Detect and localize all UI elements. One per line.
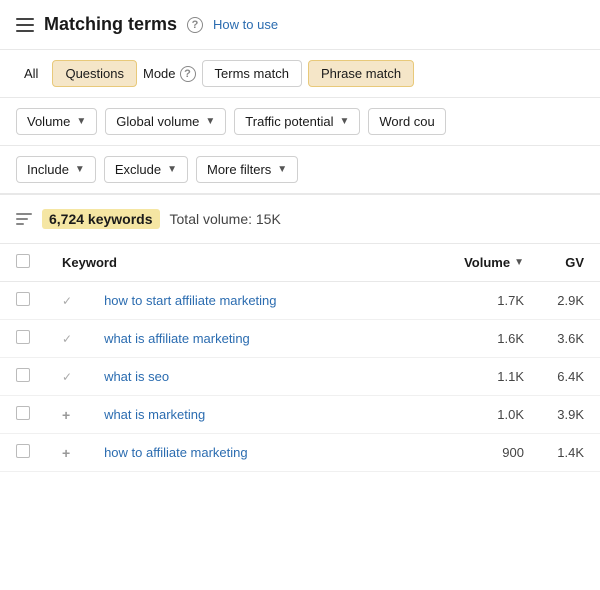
global-volume-filter-arrow: ▼ <box>205 116 215 127</box>
page-title: Matching terms <box>44 14 177 35</box>
include-exclude-bar: Include ▼ Exclude ▼ More filters ▼ <box>0 146 600 195</box>
checkmark-icon: ✓ <box>62 370 72 384</box>
checkmark-icon: ✓ <box>62 294 72 308</box>
row-checkbox[interactable] <box>16 292 30 306</box>
help-icon[interactable]: ? <box>187 17 203 33</box>
row-volume: 1.6K <box>448 320 540 358</box>
traffic-potential-filter-arrow: ▼ <box>339 116 349 127</box>
row-checkbox[interactable] <box>16 406 30 420</box>
total-volume: Total volume: 15K <box>170 211 281 227</box>
row-checkbox-cell <box>0 358 46 396</box>
mode-label: Mode ? <box>143 66 196 82</box>
more-filters-arrow: ▼ <box>277 164 287 175</box>
word-count-filter[interactable]: Word cou <box>368 108 445 135</box>
row-gv: 3.6K <box>540 320 600 358</box>
global-volume-filter[interactable]: Global volume ▼ <box>105 108 226 135</box>
volume-sort-arrow: ▼ <box>514 257 524 268</box>
row-keyword[interactable]: what is affiliate marketing <box>88 320 448 358</box>
volume-filter[interactable]: Volume ▼ <box>16 108 97 135</box>
row-status-icon: ✓ <box>46 358 88 396</box>
more-filters[interactable]: More filters ▼ <box>196 156 298 183</box>
table-row: ✓ how to start affiliate marketing1.7K2.9… <box>0 282 600 320</box>
select-all-checkbox[interactable] <box>16 254 30 268</box>
plus-icon: + <box>62 407 70 423</box>
tab-phrase-match[interactable]: Phrase match <box>308 60 414 87</box>
mode-help-icon[interactable]: ? <box>180 66 196 82</box>
include-filter-arrow: ▼ <box>75 164 85 175</box>
row-status-icon: + <box>46 396 88 434</box>
row-checkbox-cell <box>0 396 46 434</box>
row-checkbox-cell <box>0 434 46 472</box>
row-checkbox[interactable] <box>16 368 30 382</box>
row-checkbox[interactable] <box>16 330 30 344</box>
exclude-filter-arrow: ▼ <box>167 164 177 175</box>
tab-all[interactable]: All <box>16 61 46 86</box>
checkmark-icon: ✓ <box>62 332 72 346</box>
header-volume-col[interactable]: Volume ▼ <box>448 244 540 282</box>
header-checkbox-col <box>0 244 46 282</box>
mode-filter-bar: All Questions Mode ? Terms match Phrase … <box>0 50 600 98</box>
row-status-icon: ✓ <box>46 282 88 320</box>
traffic-potential-filter[interactable]: Traffic potential ▼ <box>234 108 360 135</box>
row-checkbox-cell <box>0 320 46 358</box>
row-gv: 3.9K <box>540 396 600 434</box>
row-volume: 1.7K <box>448 282 540 320</box>
how-to-use-link[interactable]: How to use <box>213 17 278 32</box>
table-row: + what is marketing1.0K3.9K <box>0 396 600 434</box>
table-row: ✓ what is affiliate marketing1.6K3.6K <box>0 320 600 358</box>
menu-icon[interactable] <box>16 18 34 32</box>
row-status-icon: ✓ <box>46 320 88 358</box>
row-gv: 1.4K <box>540 434 600 472</box>
table-row: ✓ what is seo1.1K6.4K <box>0 358 600 396</box>
summary-bar: 6,724 keywords Total volume: 15K <box>0 195 600 244</box>
row-status-icon: + <box>46 434 88 472</box>
header-keyword-col: Keyword <box>46 244 448 282</box>
table-row: + how to affiliate marketing9001.4K <box>0 434 600 472</box>
row-gv: 6.4K <box>540 358 600 396</box>
row-keyword[interactable]: how to start affiliate marketing <box>88 282 448 320</box>
header: Matching terms ? How to use <box>0 0 600 50</box>
row-volume: 1.1K <box>448 358 540 396</box>
table-header-row: Keyword Volume ▼ GV <box>0 244 600 282</box>
tab-terms-match[interactable]: Terms match <box>202 60 302 87</box>
row-keyword[interactable]: what is marketing <box>88 396 448 434</box>
row-keyword[interactable]: what is seo <box>88 358 448 396</box>
tab-questions[interactable]: Questions <box>52 60 137 87</box>
row-volume: 900 <box>448 434 540 472</box>
row-gv: 2.9K <box>540 282 600 320</box>
row-checkbox-cell <box>0 282 46 320</box>
plus-icon: + <box>62 445 70 461</box>
header-gv-col: GV <box>540 244 600 282</box>
keyword-count-badge: 6,724 keywords <box>42 209 160 229</box>
row-volume: 1.0K <box>448 396 540 434</box>
column-filter-bar: Volume ▼ Global volume ▼ Traffic potenti… <box>0 98 600 146</box>
exclude-filter[interactable]: Exclude ▼ <box>104 156 188 183</box>
row-checkbox[interactable] <box>16 444 30 458</box>
row-keyword[interactable]: how to affiliate marketing <box>88 434 448 472</box>
volume-filter-arrow: ▼ <box>76 116 86 127</box>
sort-icon[interactable] <box>16 213 32 225</box>
include-filter[interactable]: Include ▼ <box>16 156 96 183</box>
keyword-table: Keyword Volume ▼ GV ✓ how to start affili… <box>0 244 600 472</box>
